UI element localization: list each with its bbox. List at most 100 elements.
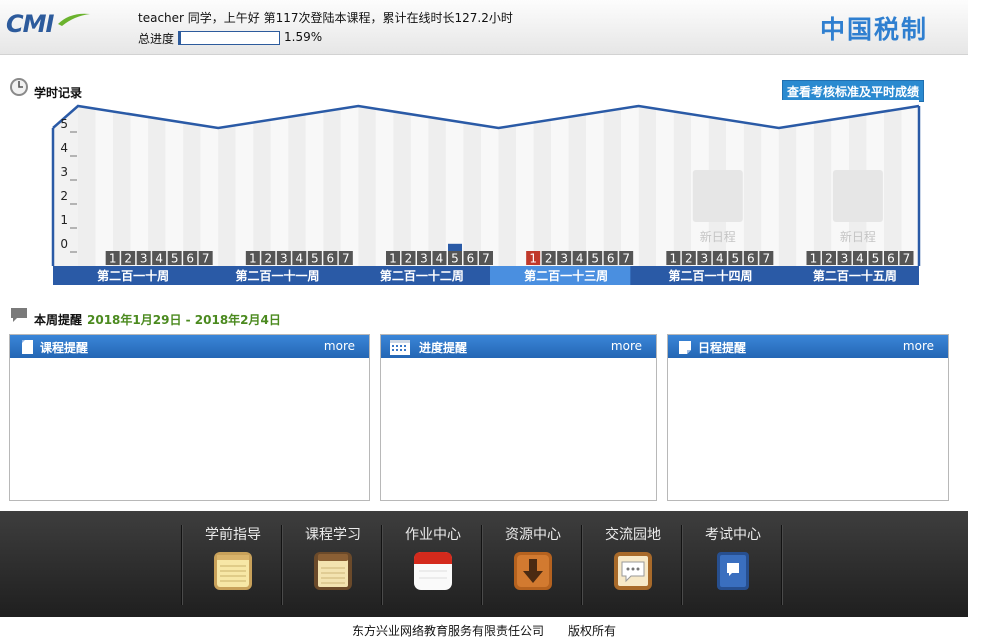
- chart-column: [551, 106, 569, 266]
- day-label: 5: [872, 252, 880, 266]
- chart-column: [480, 106, 499, 266]
- view-standard-button[interactable]: 查看考核标准及平时成绩: [782, 80, 924, 102]
- day-label: 7: [903, 252, 911, 266]
- day-label: 6: [186, 252, 194, 266]
- progress-percent: 1.59%: [284, 30, 323, 44]
- notepad-icon: [214, 552, 252, 590]
- day-label: 3: [420, 252, 428, 266]
- chart-column: [813, 106, 832, 266]
- chart-column: [901, 106, 919, 266]
- day-label: 3: [560, 252, 568, 266]
- weekly-reminder-date: 2018年1月29日 - 2018年2月4日: [87, 313, 281, 327]
- day-label: 1: [810, 252, 818, 266]
- chart-column: [253, 106, 271, 266]
- day-label: 4: [296, 252, 304, 266]
- week-label[interactable]: 第二百一十五周: [813, 268, 897, 283]
- week-label[interactable]: 第二百一十一周: [235, 268, 319, 283]
- day-label: 5: [732, 252, 740, 266]
- day-label: 7: [622, 252, 630, 266]
- day-label: 2: [545, 252, 553, 266]
- chart-column: [358, 106, 376, 266]
- chart-column: [410, 106, 429, 266]
- chart-column: [78, 106, 96, 266]
- day-label: 7: [763, 252, 771, 266]
- schedule-reminder-more-link[interactable]: more: [903, 339, 934, 353]
- chart-column: [883, 106, 902, 266]
- day-label: 5: [451, 252, 459, 266]
- week-label[interactable]: 第二百一十二周: [380, 268, 464, 283]
- day-label: 3: [280, 252, 288, 266]
- nav-label: 考试中心: [705, 527, 761, 543]
- book-icon: [717, 552, 749, 590]
- day-label: 4: [436, 252, 444, 266]
- day-label: 1: [389, 252, 397, 266]
- week-label[interactable]: 第二百一十周: [97, 268, 169, 283]
- y-tick-label: 0: [60, 237, 68, 251]
- week-label[interactable]: 第二百一十四周: [668, 268, 752, 283]
- main-frame: CMI teacher 同学，上午好 第117次登陆本课程，累计在线时长127.…: [0, 0, 968, 639]
- panel-title: 日程提醒: [698, 341, 747, 355]
- chart-column: [516, 106, 534, 266]
- day-label: 3: [140, 252, 148, 266]
- chart-column: [235, 106, 254, 266]
- day-label: 1: [109, 252, 117, 266]
- nav-item-communication[interactable]: 交流园地: [583, 525, 683, 605]
- nav-item-pre-study-guide[interactable]: 学前指导: [183, 525, 283, 605]
- panel-header: 日程提醒 more: [668, 335, 948, 358]
- brand-title: 中国税制: [820, 15, 929, 44]
- day-label: 3: [841, 252, 849, 266]
- chart-column: [200, 106, 219, 266]
- y-tick-label: 3: [60, 165, 68, 179]
- logo: CMI: [6, 10, 54, 38]
- chart-column: [621, 106, 639, 266]
- course-reminder-more-link[interactable]: more: [324, 339, 355, 353]
- progress-fill: [179, 32, 181, 44]
- chart-column: [638, 106, 657, 266]
- header: CMI teacher 同学，上午好 第117次登陆本课程，累计在线时长127.…: [0, 0, 968, 55]
- day-label: 6: [467, 252, 475, 266]
- chart-column: [288, 106, 306, 266]
- nav-label: 学前指导: [205, 527, 261, 543]
- chart-column: [778, 106, 797, 266]
- chart-column: [148, 106, 166, 266]
- chart-column: [323, 106, 341, 266]
- week-band: [53, 266, 919, 285]
- chart-column: [463, 106, 481, 266]
- day-label: 7: [342, 252, 350, 266]
- chart-column: [95, 106, 114, 266]
- nav-item-exam-center[interactable]: 考试中心: [683, 525, 783, 605]
- day-label: 2: [685, 252, 693, 266]
- day-label: 4: [856, 252, 864, 266]
- progress-reminder-more-link[interactable]: more: [611, 339, 642, 353]
- day-label: 4: [155, 252, 163, 266]
- chart-column: [218, 106, 236, 266]
- note-icon: [679, 341, 691, 354]
- day-label: 1: [249, 252, 257, 266]
- day-label: 2: [825, 252, 833, 266]
- nav-item-resource-center[interactable]: 资源中心: [483, 525, 583, 605]
- day-label: 7: [202, 252, 210, 266]
- nav-label: 作业中心: [405, 527, 461, 543]
- schedule-placeholder-label: 新日程: [840, 229, 876, 244]
- progress-reminder-panel: 进度提醒 more: [380, 334, 657, 501]
- chart-column: [568, 106, 587, 266]
- panel-title: 课程提醒: [40, 341, 89, 355]
- y-tick-label: 1: [60, 213, 68, 227]
- nav-item-course-study[interactable]: 课程学习: [283, 525, 383, 605]
- chart-column: [498, 106, 517, 266]
- logo-swoosh-icon: [58, 13, 90, 26]
- day-label: 2: [124, 252, 132, 266]
- chart-column: [796, 106, 814, 266]
- chart-column: [393, 106, 411, 266]
- schedule-placeholder-box: [692, 170, 743, 222]
- week-label[interactable]: 第二百一十三周: [524, 268, 608, 283]
- weekly-reminder-title: 本周提醒: [34, 313, 83, 327]
- panel-title: 进度提醒: [419, 341, 468, 355]
- course-reminder-panel: 课程提醒 more: [9, 334, 370, 501]
- nav-item-homework-center[interactable]: 作业中心: [383, 525, 483, 605]
- document-icon: [22, 340, 33, 354]
- panel-header: 进度提醒 more: [381, 335, 656, 358]
- chart-column: [165, 106, 184, 266]
- day-label: 1: [670, 252, 678, 266]
- calendar-icon: [390, 340, 410, 355]
